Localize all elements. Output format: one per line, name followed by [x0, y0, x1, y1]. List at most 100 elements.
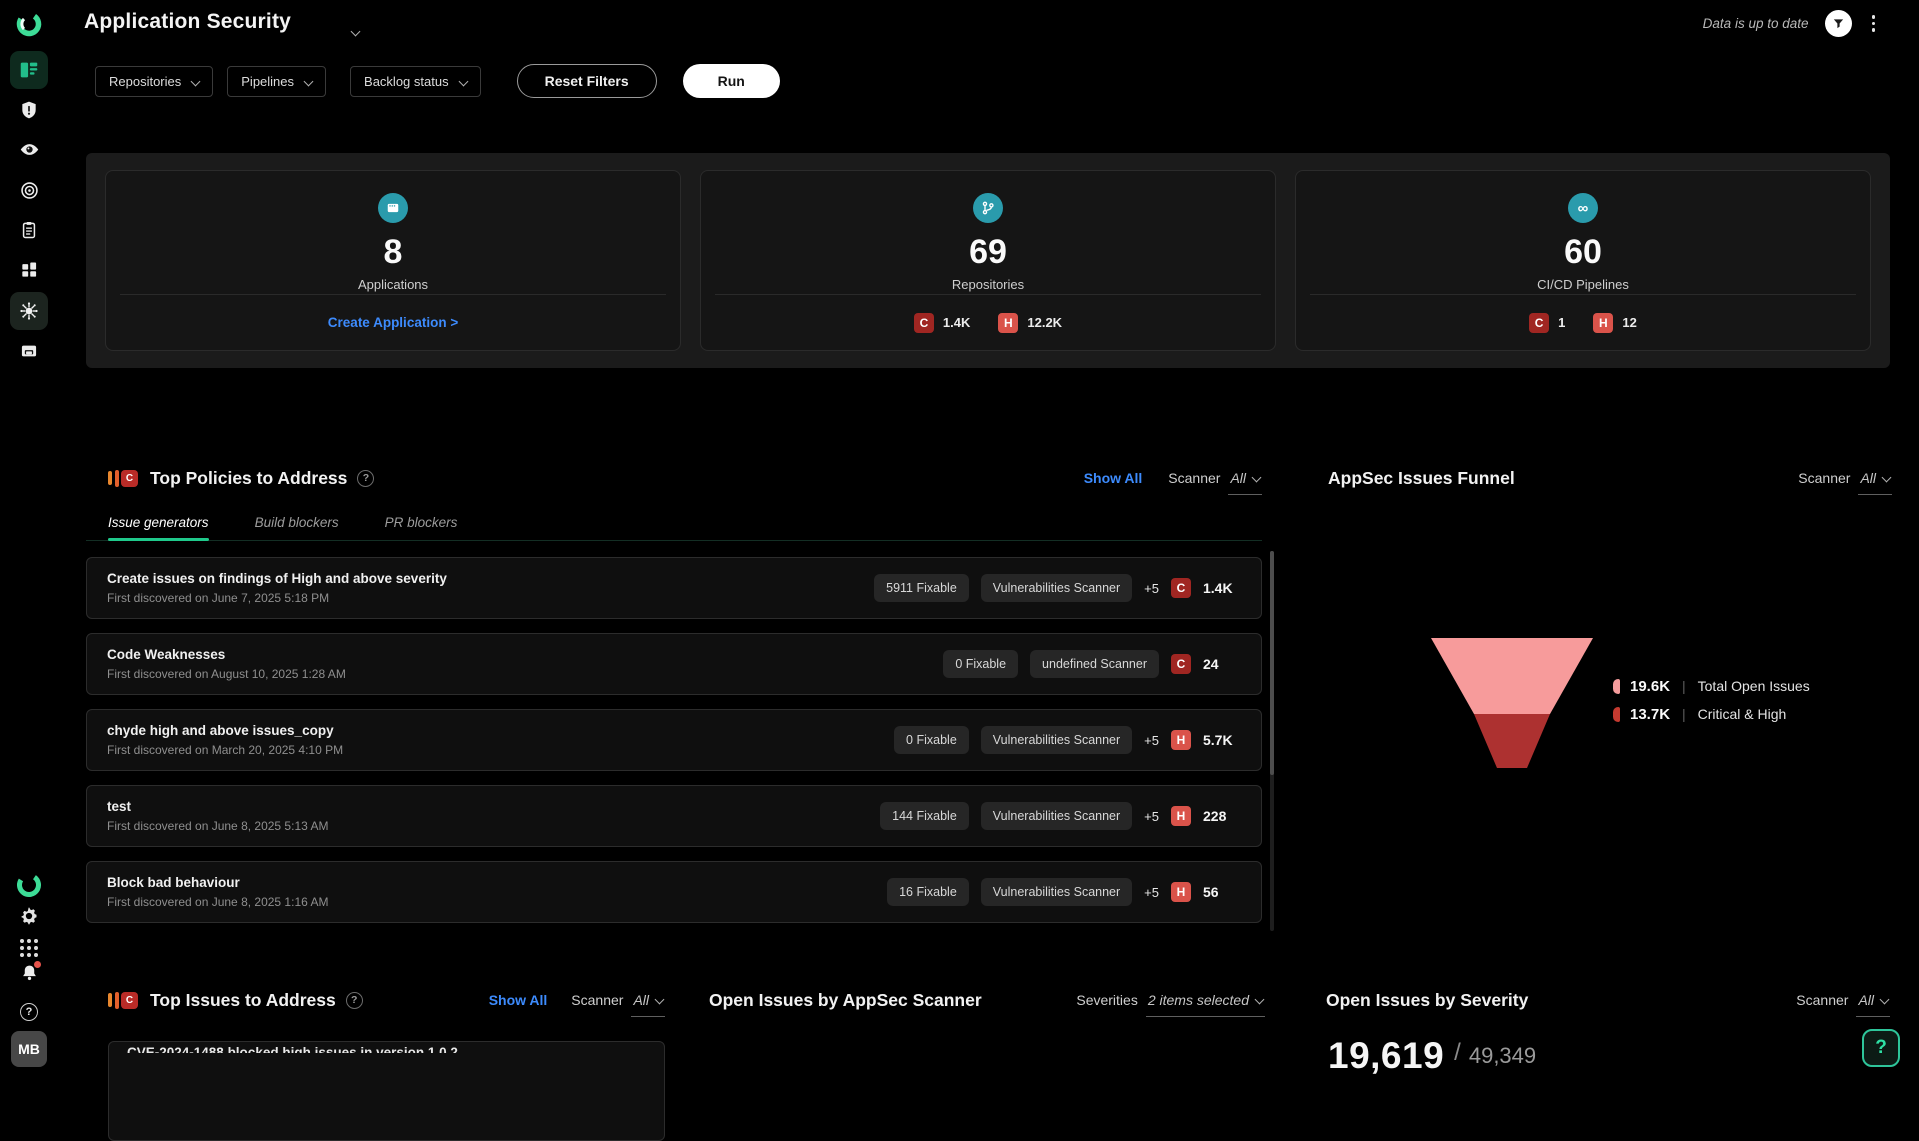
- high-severity-badge: H: [1593, 313, 1613, 333]
- policy-row[interactable]: test First discovered on June 8, 2025 5:…: [86, 785, 1262, 847]
- dashboard-icon: [18, 59, 40, 81]
- user-avatar[interactable]: MB: [11, 1031, 47, 1067]
- scanner-label: Scanner: [1796, 992, 1848, 1008]
- severity-badge: H: [1171, 882, 1191, 902]
- kebab-menu-button[interactable]: [1868, 11, 1880, 36]
- stat-card-repositories: 69 Repositories C 1.4K H 12.2K: [700, 170, 1276, 351]
- policy-title: Block bad behaviour: [107, 875, 328, 890]
- severity-badge: H: [1171, 730, 1191, 750]
- sidebar-item-policies[interactable]: [10, 211, 48, 249]
- sidebar-item-priorities[interactable]: [10, 171, 48, 209]
- legend-value: 19.6K: [1630, 678, 1682, 695]
- issue-count: 1.4K: [1203, 580, 1241, 596]
- sidebar-item-appsec-spider[interactable]: [10, 292, 48, 330]
- policy-row[interactable]: chyde high and above issues_copy First d…: [86, 709, 1262, 771]
- help-button[interactable]: ?: [10, 996, 48, 1028]
- severities-value: 2 items selected: [1148, 992, 1249, 1008]
- scrollbar-thumb[interactable]: [1270, 551, 1274, 775]
- sidebar-item-visibility[interactable]: [10, 130, 48, 168]
- sidebar-item-integrations[interactable]: [10, 251, 48, 289]
- show-all-link[interactable]: Show All: [489, 992, 548, 1008]
- funnel-legend: 19.6K | Total Open Issues 13.7K | Critic…: [1613, 675, 1810, 725]
- policy-row[interactable]: Create issues on findings of High and ab…: [86, 557, 1262, 619]
- stat-label: Applications: [358, 277, 428, 292]
- scanner-dropdown[interactable]: All: [631, 992, 665, 1017]
- severity-count-row: 19,619 / 49,349: [1328, 1035, 1536, 1077]
- high-severity-badge: H: [998, 313, 1018, 333]
- scanner-value: All: [1860, 470, 1876, 486]
- policy-list: Create issues on findings of High and ab…: [86, 557, 1262, 923]
- bell-icon: [19, 963, 40, 989]
- issue-title-clipped: CVE-2024-1488 blocked high issues in ver…: [127, 1045, 646, 1053]
- legend-separator: |: [1682, 678, 1686, 694]
- critical-badge-group: C 1.4K: [914, 313, 970, 333]
- scanner-pill: Vulnerabilities Scanner: [981, 574, 1132, 602]
- legend-value: 13.7K: [1630, 706, 1682, 723]
- stat-card-pipelines: ∞ 60 CI/CD Pipelines C 1 H 12: [1295, 170, 1871, 351]
- critical-badge-group: C 1: [1529, 313, 1565, 333]
- legend-row: 13.7K | Critical & High: [1613, 703, 1810, 725]
- page-title: Application Security: [84, 10, 291, 34]
- scanner-dropdown[interactable]: All: [1858, 470, 1892, 495]
- page-title-dropdown[interactable]: [352, 22, 359, 40]
- sidebar-item-workflows[interactable]: [10, 332, 48, 370]
- policy-title: Create issues on findings of High and ab…: [107, 571, 447, 586]
- stat-label: CI/CD Pipelines: [1537, 277, 1629, 292]
- section-title: Top Issues to Address: [150, 990, 336, 1011]
- notifications-button[interactable]: [10, 960, 48, 992]
- run-button[interactable]: Run: [683, 64, 780, 98]
- chevron-down-icon: [191, 76, 201, 86]
- show-all-link[interactable]: Show All: [1084, 470, 1143, 486]
- create-application-link[interactable]: Create Application >: [328, 315, 458, 330]
- policy-subtitle: First discovered on March 20, 2025 4:10 …: [107, 743, 343, 757]
- filter-chip-backlog-status[interactable]: Backlog status: [350, 66, 481, 97]
- policy-subtitle: First discovered on June 8, 2025 5:13 AM: [107, 819, 328, 833]
- filter-chip-pipelines[interactable]: Pipelines: [227, 66, 326, 97]
- plus-more: +5: [1144, 733, 1159, 748]
- open-issues-count: 19,619: [1328, 1035, 1444, 1077]
- help-tooltip-icon[interactable]: ?: [357, 470, 374, 487]
- legend-label: Total Open Issues: [1698, 678, 1810, 694]
- scanner-dropdown[interactable]: All: [1228, 470, 1262, 495]
- chip-label: Backlog status: [364, 74, 449, 89]
- legend-label: Critical & High: [1698, 706, 1787, 722]
- issue-row[interactable]: CVE-2024-1488 blocked high issues in ver…: [108, 1041, 665, 1141]
- settings-button[interactable]: [10, 899, 48, 933]
- shield-alert-icon: [19, 100, 39, 120]
- tab-build-blockers[interactable]: Build blockers: [255, 515, 339, 540]
- high-count: 12.2K: [1027, 315, 1062, 330]
- tab-issue-generators[interactable]: Issue generators: [108, 515, 209, 540]
- global-filter-button[interactable]: [1825, 10, 1852, 37]
- chevron-down-icon: [1252, 473, 1262, 483]
- section-title: AppSec Issues Funnel: [1328, 468, 1515, 489]
- fixable-pill: 0 Fixable: [943, 650, 1018, 678]
- severities-dropdown[interactable]: 2 items selected: [1146, 992, 1265, 1017]
- policy-row[interactable]: Code Weaknesses First discovered on Augu…: [86, 633, 1262, 695]
- fixable-pill: 0 Fixable: [894, 726, 969, 754]
- reset-filters-button[interactable]: Reset Filters: [517, 64, 657, 98]
- help-tooltip-icon[interactable]: ?: [346, 992, 363, 1009]
- policy-row[interactable]: Block bad behaviour First discovered on …: [86, 861, 1262, 923]
- scanner-pill: undefined Scanner: [1030, 650, 1159, 678]
- help-fab-button[interactable]: ?: [1862, 1029, 1900, 1067]
- policy-subtitle: First discovered on June 7, 2025 5:18 PM: [107, 591, 447, 605]
- filter-chip-repositories[interactable]: Repositories: [95, 66, 213, 97]
- ox-logo-bottom[interactable]: [15, 871, 43, 899]
- scanner-value: All: [1858, 992, 1874, 1008]
- ox-logo[interactable]: [15, 10, 43, 38]
- plus-more: +5: [1144, 809, 1159, 824]
- chevron-down-icon: [1255, 995, 1265, 1005]
- scanner-dropdown[interactable]: All: [1856, 992, 1890, 1017]
- funnel-icon: [1832, 17, 1845, 30]
- sidebar-item-security-posture[interactable]: [10, 91, 48, 129]
- open-issues-by-severity-section: Open Issues by Severity Scanner All 19,6…: [1326, 985, 1890, 1015]
- section-title: Open Issues by Severity: [1326, 990, 1528, 1011]
- list-scrollbar[interactable]: [1270, 551, 1274, 931]
- chevron-down-icon: [655, 995, 665, 1005]
- sidebar-item-dashboard[interactable]: [10, 51, 48, 89]
- top-policies-section: C Top Policies to Address ? Show All Sca…: [86, 463, 1262, 937]
- issues-severity-icon: C: [108, 992, 138, 1009]
- apps-grid-button[interactable]: [10, 933, 48, 963]
- high-badge-group: H 12: [1593, 313, 1636, 333]
- tab-pr-blockers[interactable]: PR blockers: [385, 515, 458, 540]
